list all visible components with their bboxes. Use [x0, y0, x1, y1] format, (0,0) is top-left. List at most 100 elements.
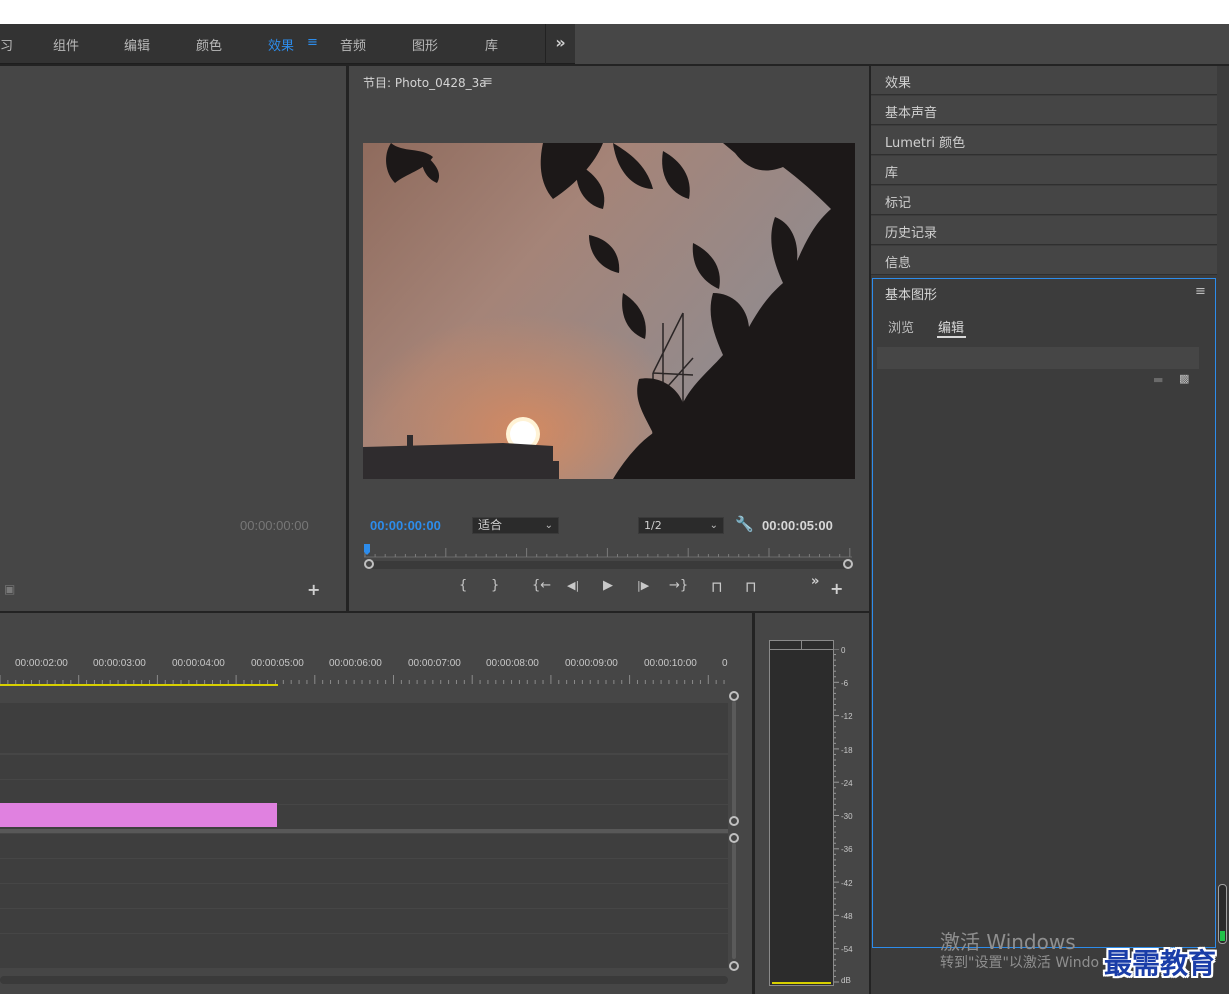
- program-monitor-title[interactable]: 节目: Photo_0428_3a: [363, 74, 487, 91]
- current-timecode[interactable]: 00:00:00:00: [370, 518, 441, 533]
- ruler-label: 00:00:06:00: [329, 658, 382, 669]
- workspace-tab-audio[interactable]: 音频: [340, 35, 366, 54]
- workspace-tab-graphics[interactable]: 图形: [412, 35, 438, 54]
- scroll-handle[interactable]: [729, 961, 739, 971]
- video-track[interactable]: [0, 755, 728, 779]
- video-track[interactable]: [0, 703, 728, 753]
- layer-list[interactable]: [877, 347, 1199, 369]
- workspace-tab-assembly[interactable]: 组件: [53, 35, 79, 54]
- source-timecode[interactable]: 00:00:00:00: [240, 518, 309, 533]
- ruler-label: 00:00:10:00: [644, 658, 697, 669]
- zoom-handle-left[interactable]: [364, 559, 374, 569]
- level-indicator: [1220, 931, 1225, 941]
- ruler-label: 00:00:08:00: [486, 658, 539, 669]
- program-monitor-panel: 节目: Photo_0428_3a ≡ 00:00:00:00 适合 ⌄ 1/2…: [349, 66, 869, 611]
- mark-out-icon[interactable]: }: [491, 578, 499, 593]
- timeline-panel: 00:00:02:00 00:00:03:00 00:00:04:00 00:0…: [0, 613, 752, 994]
- chevron-down-icon: ⌄: [544, 520, 553, 531]
- panel-tab-label: 基本声音: [885, 106, 938, 121]
- workspace-tab-effects[interactable]: 效果: [268, 35, 294, 54]
- program-zoom-scrollbar[interactable]: [364, 559, 853, 569]
- panel-tab-label: 历史记录: [885, 226, 938, 241]
- panel-tab-info[interactable]: 信息: [871, 246, 1217, 275]
- play-icon[interactable]: ▶: [603, 578, 613, 593]
- video-track[interactable]: [0, 780, 728, 804]
- volume-scrollbar[interactable]: [1218, 884, 1227, 944]
- panel-tab-label: 效果: [885, 76, 912, 91]
- chevron-down-icon: ⌄: [709, 520, 718, 531]
- resolution-select[interactable]: 1/2 ⌄: [638, 517, 724, 534]
- add-button-icon[interactable]: +: [830, 579, 843, 598]
- panel-tab-lumetri-color[interactable]: Lumetri 颜色: [871, 126, 1217, 155]
- work-area-bar[interactable]: [0, 684, 278, 686]
- folder-icon[interactable]: ▬: [1153, 373, 1163, 386]
- scroll-handle[interactable]: [729, 816, 739, 826]
- meter-label: -24: [841, 779, 853, 788]
- panel-tab-label: 信息: [885, 256, 912, 271]
- step-back-icon[interactable]: ◀|: [567, 579, 579, 592]
- timeline-horizontal-scrollbar[interactable]: [0, 976, 728, 984]
- panel-menu-icon[interactable]: ≡: [482, 74, 493, 89]
- track-divider[interactable]: [0, 829, 728, 833]
- scroll-handle[interactable]: [729, 691, 739, 701]
- workspace-tab-learning[interactable]: 习: [0, 35, 13, 54]
- double-chevron-right-icon[interactable]: »: [545, 24, 575, 64]
- tab-edit[interactable]: 编辑: [938, 317, 964, 336]
- duration-timecode: 00:00:05:00: [762, 518, 833, 533]
- source-monitor-panel: 00:00:00:00 ▣ +: [0, 66, 346, 611]
- right-panel-stack: 效果 基本声音 Lumetri 颜色 库 标记 历史记录 信息 基本图形 ≡ 浏…: [871, 66, 1229, 994]
- panel-tab-effects[interactable]: 效果: [871, 66, 1217, 95]
- ruler-label: 00:00:04:00: [172, 658, 225, 669]
- scroll-track[interactable]: [732, 701, 736, 817]
- graphic-clip[interactable]: [0, 803, 277, 827]
- workspace-tab-libraries[interactable]: 库: [485, 35, 498, 54]
- add-button-icon[interactable]: +: [307, 580, 320, 599]
- video-preview: [363, 143, 855, 479]
- tab-browse[interactable]: 浏览: [888, 317, 914, 336]
- wrench-icon[interactable]: 🔧: [735, 515, 754, 533]
- audio-meter-panel: 0 -6 -12 -18 -24 -30 -36 -42 -48 -54 dB: [755, 613, 869, 994]
- extract-icon[interactable]: ⊓: [745, 578, 757, 596]
- meter-clip-indicators[interactable]: [770, 641, 833, 650]
- meter-label: 0: [841, 646, 846, 655]
- meter-label: -36: [841, 845, 853, 854]
- panel-menu-icon[interactable]: ≡: [1195, 284, 1206, 299]
- panel-tab-essential-sound[interactable]: 基本声音: [871, 96, 1217, 125]
- new-layer-icon[interactable]: ▩: [1179, 372, 1189, 385]
- windows-activation-title: 激活 Windows: [940, 930, 1076, 954]
- audio-meter: [769, 640, 834, 986]
- audio-track[interactable]: [0, 909, 728, 933]
- go-to-in-icon[interactable]: {←: [532, 578, 551, 593]
- windows-activation-subtitle: 转到"设置"以激活 Windo: [940, 955, 1100, 971]
- scroll-handle[interactable]: [729, 833, 739, 843]
- audio-track[interactable]: [0, 934, 728, 968]
- audio-track[interactable]: [0, 884, 728, 908]
- workspace-tab-color[interactable]: 颜色: [196, 35, 222, 54]
- panel-tab-markers[interactable]: 标记: [871, 186, 1217, 215]
- double-chevron-right-icon[interactable]: »: [811, 574, 819, 589]
- fit-select[interactable]: 适合 ⌄: [472, 517, 559, 534]
- sunset-frame: [363, 143, 855, 479]
- go-to-out-icon[interactable]: →}: [669, 578, 688, 593]
- workspace-tab-editing[interactable]: 编辑: [124, 35, 150, 54]
- meter-label: -12: [841, 712, 853, 721]
- scroll-track[interactable]: [732, 843, 736, 959]
- lift-icon[interactable]: ⊓: [711, 578, 723, 596]
- mark-in-icon[interactable]: {: [459, 578, 467, 593]
- watermark-logo: 最需教育: [1104, 947, 1217, 980]
- meter-level: [772, 982, 831, 984]
- meter-label: -30: [841, 812, 853, 821]
- hamburger-icon[interactable]: ≡: [307, 35, 318, 50]
- step-forward-icon[interactable]: |▶: [637, 579, 649, 592]
- timeline-vertical-scrollbar[interactable]: [729, 691, 739, 971]
- program-time-ruler[interactable]: [364, 544, 852, 558]
- audio-track[interactable]: [0, 859, 728, 883]
- zoom-handle-right[interactable]: [843, 559, 853, 569]
- panel-tab-libraries[interactable]: 库: [871, 156, 1217, 185]
- camera-icon[interactable]: ▣: [4, 582, 15, 596]
- essential-graphics-title[interactable]: 基本图形: [885, 284, 937, 303]
- panel-tab-history[interactable]: 历史记录: [871, 216, 1217, 245]
- timeline-ruler[interactable]: [0, 673, 730, 687]
- audio-track[interactable]: [0, 834, 728, 858]
- meter-scale-ticks: [834, 649, 839, 983]
